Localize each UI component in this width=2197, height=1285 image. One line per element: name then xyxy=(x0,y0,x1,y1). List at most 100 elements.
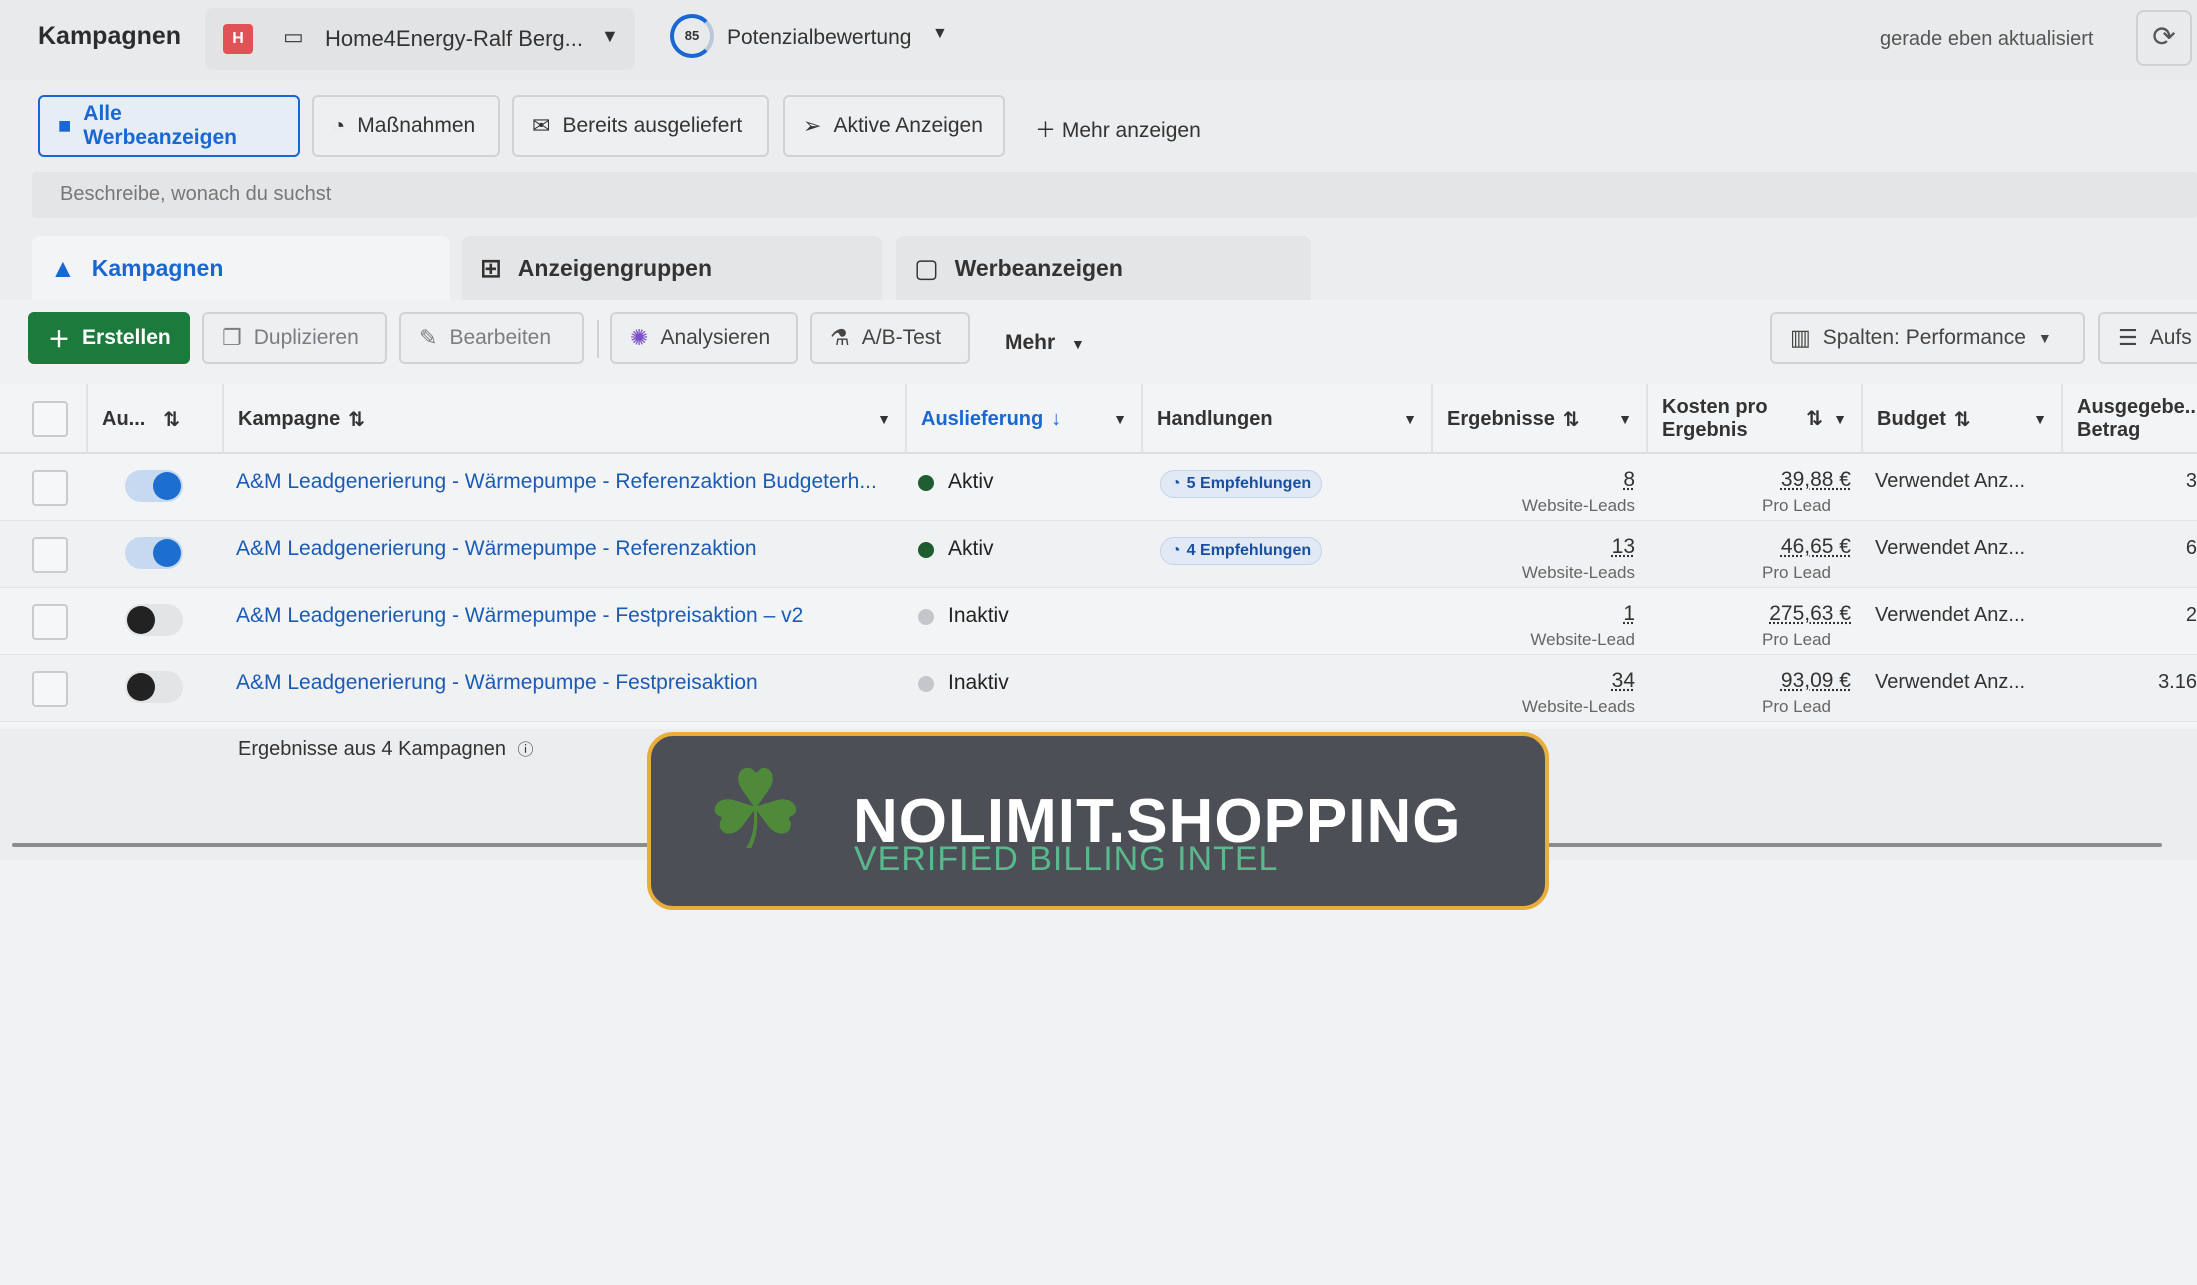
budget-value: Verwendet Anz... xyxy=(1875,604,2026,626)
campaign-name-link[interactable]: A&M Leadgenerierung - Wärmepumpe - Festp… xyxy=(236,604,886,628)
ab-test-button[interactable]: ⚗ A/B-Test xyxy=(810,312,970,364)
account-selector[interactable]: H ▭ Home4Energy-Ralf Berg... ▼ xyxy=(205,8,635,70)
cost-per-result-value[interactable]: 46,65 € xyxy=(1781,535,1851,559)
filter-chip-active-ads[interactable]: ➢ Aktive Anzeigen xyxy=(783,95,1005,157)
update-status: gerade eben aktualisiert xyxy=(1880,28,2094,50)
column-status[interactable]: Au... ⇅ xyxy=(88,384,224,454)
chevron-down-icon: ▼ xyxy=(601,26,619,46)
campaign-name-link[interactable]: A&M Leadgenerierung - Wärmepumpe - Festp… xyxy=(236,671,886,695)
toolbar-divider xyxy=(597,320,599,358)
row-checkbox[interactable] xyxy=(32,671,68,707)
filter-chip-label: Maßnahmen xyxy=(357,114,476,137)
row-checkbox[interactable] xyxy=(32,604,68,640)
results-value[interactable]: 13 xyxy=(1612,535,1635,559)
columns-label: Spalten: Performance xyxy=(1822,326,2026,349)
filter-chip-label: Alle Werbeanzeigen xyxy=(83,102,237,149)
sort-icon[interactable]: ⇅ xyxy=(1563,407,1580,432)
score-label[interactable]: Potenzialbewertung xyxy=(727,26,911,50)
cost-per-result-unit: Pro Lead xyxy=(1762,697,1831,716)
more-label: Mehr xyxy=(1005,331,1056,354)
sort-icon[interactable]: ⇅ xyxy=(1806,406,1823,431)
sort-icon[interactable]: ⇅ xyxy=(1954,407,1971,432)
cost-per-result-unit: Pro Lead xyxy=(1762,630,1831,649)
refresh-icon: ⟳ xyxy=(2152,21,2176,52)
chevron-down-icon[interactable]: ▼ xyxy=(1833,411,1847,427)
table-row[interactable]: A&M Leadgenerierung - Wärmepumpe - Refer… xyxy=(0,521,2197,588)
filter-chip-all-ads[interactable]: ■ Alle Werbeanzeigen xyxy=(38,95,300,157)
tab-ad-sets[interactable]: ⊞ Anzeigengruppen xyxy=(462,236,882,300)
columns-button[interactable]: ▥ Spalten: Performance ▼ xyxy=(1770,312,2085,364)
toggle-knob xyxy=(127,606,155,634)
column-cost-per-result[interactable]: Kosten pro Ergebnis ⇅ ▼ xyxy=(1648,384,1863,454)
breakdown-icon: ☰ xyxy=(2118,325,2138,350)
create-button[interactable]: ＋ Erstellen xyxy=(28,312,190,364)
cost-per-result-value[interactable]: 93,09 € xyxy=(1781,669,1851,693)
breakdown-button[interactable]: ☰ Aufs xyxy=(2098,312,2197,364)
column-budget[interactable]: Budget ⇅ ▼ xyxy=(1863,384,2063,454)
summary-text: Ergebnisse aus 4 Kampagnen xyxy=(238,738,506,760)
analyze-button[interactable]: ✺ Analysieren xyxy=(610,312,798,364)
more-actions-dropdown[interactable]: Mehr ▼ xyxy=(1005,331,1085,355)
column-campaign[interactable]: Kampagne ⇅ ▼ xyxy=(224,384,907,454)
table-row[interactable]: A&M Leadgenerierung - Wärmepumpe - Festp… xyxy=(0,655,2197,722)
sort-icon[interactable]: ⇅ xyxy=(348,407,365,432)
tab-ads[interactable]: ▢ Werbeanzeigen xyxy=(896,236,1311,300)
campaign-folder-icon: ▲ xyxy=(50,252,76,283)
duplicate-button[interactable]: ❐ Duplizieren xyxy=(202,312,387,364)
refresh-button[interactable]: ⟳ xyxy=(2136,10,2192,66)
sort-desc-icon[interactable]: ↓ xyxy=(1051,408,1061,431)
sort-icon[interactable]: ⇅ xyxy=(163,407,180,432)
cost-per-result-value[interactable]: 39,88 € xyxy=(1781,468,1851,492)
chevron-down-icon[interactable]: ▼ xyxy=(2033,411,2047,427)
table-row[interactable]: A&M Leadgenerierung - Wärmepumpe - Festp… xyxy=(0,588,2197,655)
account-icon: ▭ xyxy=(283,24,304,49)
score-ring-icon[interactable]: 85 xyxy=(670,14,714,58)
campaign-toggle[interactable] xyxy=(125,537,183,569)
search-placeholder: Beschreibe, wonach du suchst xyxy=(60,183,332,205)
column-actions[interactable]: Handlungen ▼ xyxy=(1143,384,1433,454)
column-delivery[interactable]: Auslieferung ↓ ▼ xyxy=(907,384,1143,454)
chevron-down-icon[interactable]: ▼ xyxy=(1403,411,1417,427)
chevron-down-icon[interactable]: ▼ xyxy=(1618,411,1632,427)
chevron-down-icon[interactable]: ▼ xyxy=(1113,411,1127,427)
gauge-icon: ◔ xyxy=(332,113,346,138)
select-all-checkbox[interactable] xyxy=(32,401,68,437)
copy-icon: ❐ xyxy=(222,325,242,350)
column-amount-spent[interactable]: Ausgegebe... Betrag xyxy=(2063,384,2197,454)
show-more-filters[interactable]: ＋ Mehr anzeigen xyxy=(1035,114,1201,144)
results-value[interactable]: 1 xyxy=(1623,602,1635,626)
edit-button[interactable]: ✎ Bearbeiten xyxy=(399,312,584,364)
row-checkbox[interactable] xyxy=(32,537,68,573)
chevron-down-icon[interactable]: ▼ xyxy=(932,25,948,43)
ab-test-label: A/B-Test xyxy=(861,326,942,349)
row-checkbox[interactable] xyxy=(32,470,68,506)
ad-frame-icon: ▢ xyxy=(914,252,939,283)
chevron-down-icon[interactable]: ▼ xyxy=(877,411,891,427)
recommendations-badge[interactable]: ◔ 4 Empfehlungen xyxy=(1160,537,1323,565)
campaign-name-link[interactable]: A&M Leadgenerierung - Wärmepumpe - Refer… xyxy=(236,470,886,494)
results-value[interactable]: 8 xyxy=(1623,468,1635,492)
amount-spent-value: 2 xyxy=(2185,604,2197,626)
campaign-toggle[interactable] xyxy=(125,604,183,636)
tab-campaigns[interactable]: ▲ Kampagnen xyxy=(32,236,450,300)
create-label: Erstellen xyxy=(82,326,171,349)
column-results[interactable]: Ergebnisse ⇅ ▼ xyxy=(1433,384,1648,454)
budget-value: Verwendet Anz... xyxy=(1875,470,2026,492)
results-value[interactable]: 34 xyxy=(1612,669,1635,693)
column-spent-label-2: Betrag xyxy=(2077,419,2141,441)
edit-label: Bearbeiten xyxy=(449,326,552,349)
search-input[interactable]: Beschreibe, wonach du suchst xyxy=(32,172,2197,218)
filter-chip-delivered[interactable]: ✉ Bereits ausgeliefert xyxy=(512,95,769,157)
campaign-name-link[interactable]: A&M Leadgenerierung - Wärmepumpe - Refer… xyxy=(236,537,886,561)
cost-per-result-value[interactable]: 275,63 € xyxy=(1769,602,1851,626)
filter-chip-actions[interactable]: ◔ Maßnahmen xyxy=(312,95,500,157)
delivery-status: Inaktiv xyxy=(948,671,1009,694)
account-name: Home4Energy-Ralf Berg... xyxy=(325,26,583,51)
table-row[interactable]: A&M Leadgenerierung - Wärmepumpe - Refer… xyxy=(0,454,2197,521)
budget-value: Verwendet Anz... xyxy=(1875,671,2026,693)
campaign-toggle[interactable] xyxy=(125,470,183,502)
page-title: Kampagnen xyxy=(38,22,182,50)
recommendations-badge[interactable]: ◔ 5 Empfehlungen xyxy=(1160,470,1323,498)
info-icon[interactable]: ⓘ xyxy=(518,742,534,759)
campaign-toggle[interactable] xyxy=(125,671,183,703)
